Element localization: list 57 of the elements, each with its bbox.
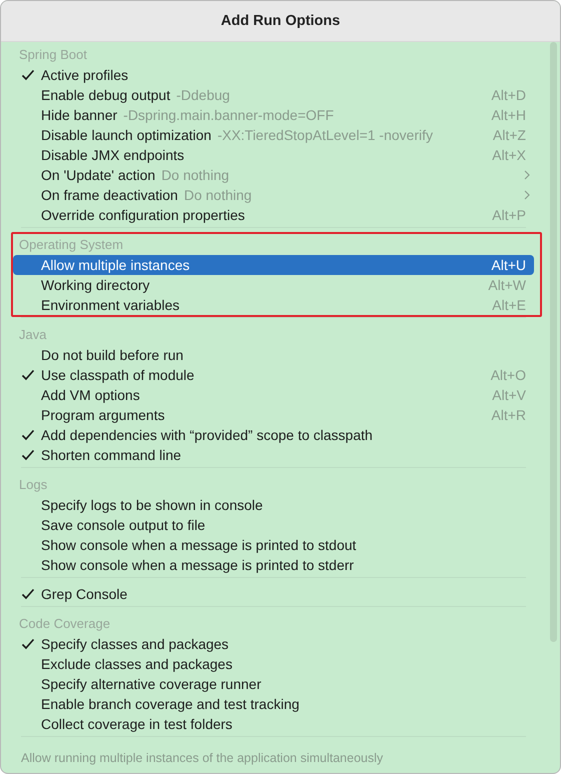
window-title: Add Run Options [220,13,340,29]
shortcut-text: Alt+E [492,297,526,313]
shortcut-text: Alt+Z [492,127,526,143]
shortcut-text: Alt+O [490,367,526,383]
shortcut-text: Alt+V [492,387,526,403]
menu-item[interactable]: Disable launch optimization -XX:TieredStopAtLevel=1 -noverify Alt+Z [13,125,534,145]
checkmark-icon [21,638,35,650]
menu-item[interactable]: Show console when a message is printed to stdout [13,535,534,555]
menu-item[interactable]: Environment variables Alt+E [13,295,534,315]
menu-item[interactable]: Enable debug output -Ddebug Alt+D [13,85,534,105]
menu-item[interactable]: On frame deactivation Do nothing [13,185,534,205]
shortcut-text: Alt+R [491,407,526,423]
status-text: Allow running multiple instances of the application simultaneously [21,751,384,765]
checkmark-icon [21,588,35,600]
shortcut-text: Alt+W [488,277,526,293]
menu-item[interactable]: Grep Console [13,584,534,604]
group-header: Logs [19,477,48,492]
option-hint: -XX:TieredStopAtLevel=1 -noverify [217,127,433,143]
shortcut-text: Alt+U [491,257,526,273]
menu-item[interactable]: Working directory Alt+W [13,275,534,295]
menu-item[interactable]: Disable JMX endpoints Alt+X [13,145,534,165]
shortcut-text: Alt+X [492,147,526,163]
group-header: Java [19,327,46,342]
menu-item[interactable]: Save console output to file [13,515,534,535]
menu-item[interactable]: Shorten command line [13,445,534,465]
shortcut-text: Alt+D [491,87,526,103]
option-hint: -Dspring.main.banner-mode=OFF [123,107,334,123]
checkmark-icon [21,69,35,81]
menu-item[interactable]: Do not build before run [13,345,534,365]
menu-item[interactable]: Specify alternative coverage runner [13,674,534,694]
menu-item[interactable]: Override configuration properties Alt+P [13,205,534,225]
option-hint: Do nothing [184,187,252,203]
group-header: Code Coverage [19,616,110,631]
checkmark-icon [21,429,35,441]
checkmark-icon [21,449,35,461]
menu-item[interactable]: Specify classes and packages [13,634,534,654]
menu-item[interactable]: Add VM options Alt+V [13,385,534,405]
menu-item[interactable]: Allow multiple instances Alt+U [13,255,534,275]
menu-item[interactable]: Add dependencies with “provided” scope to classpath [13,425,534,445]
menu-item[interactable]: Specify logs to be shown in console [13,495,534,515]
group-header: Operating System [19,237,124,252]
scrollbar-thumb[interactable] [550,42,557,642]
group-header: Spring Boot [19,47,87,62]
menu-item[interactable]: Show console when a message is printed to stderr [13,555,534,575]
shortcut-text: Alt+P [492,207,526,223]
option-hint: -Ddebug [176,87,230,103]
menu-item[interactable]: Exclude classes and packages [13,654,534,674]
menu-item[interactable]: Use classpath of module Alt+O [13,365,534,385]
menu-item[interactable]: Collect coverage in test folders [13,714,534,734]
option-hint: Do nothing [161,167,230,183]
shortcut-text: Alt+H [491,107,526,123]
menu-item[interactable]: On 'Update' action Do nothing [13,165,534,185]
menu-item[interactable]: Active profiles [13,65,534,85]
menu-item[interactable]: Program arguments Alt+R [13,405,534,425]
menu-item[interactable]: Enable branch coverage and test tracking [13,694,534,714]
checkmark-icon [21,369,35,381]
menu-item[interactable]: Hide banner -Dspring.main.banner-mode=OFF Alt+H [13,105,534,125]
